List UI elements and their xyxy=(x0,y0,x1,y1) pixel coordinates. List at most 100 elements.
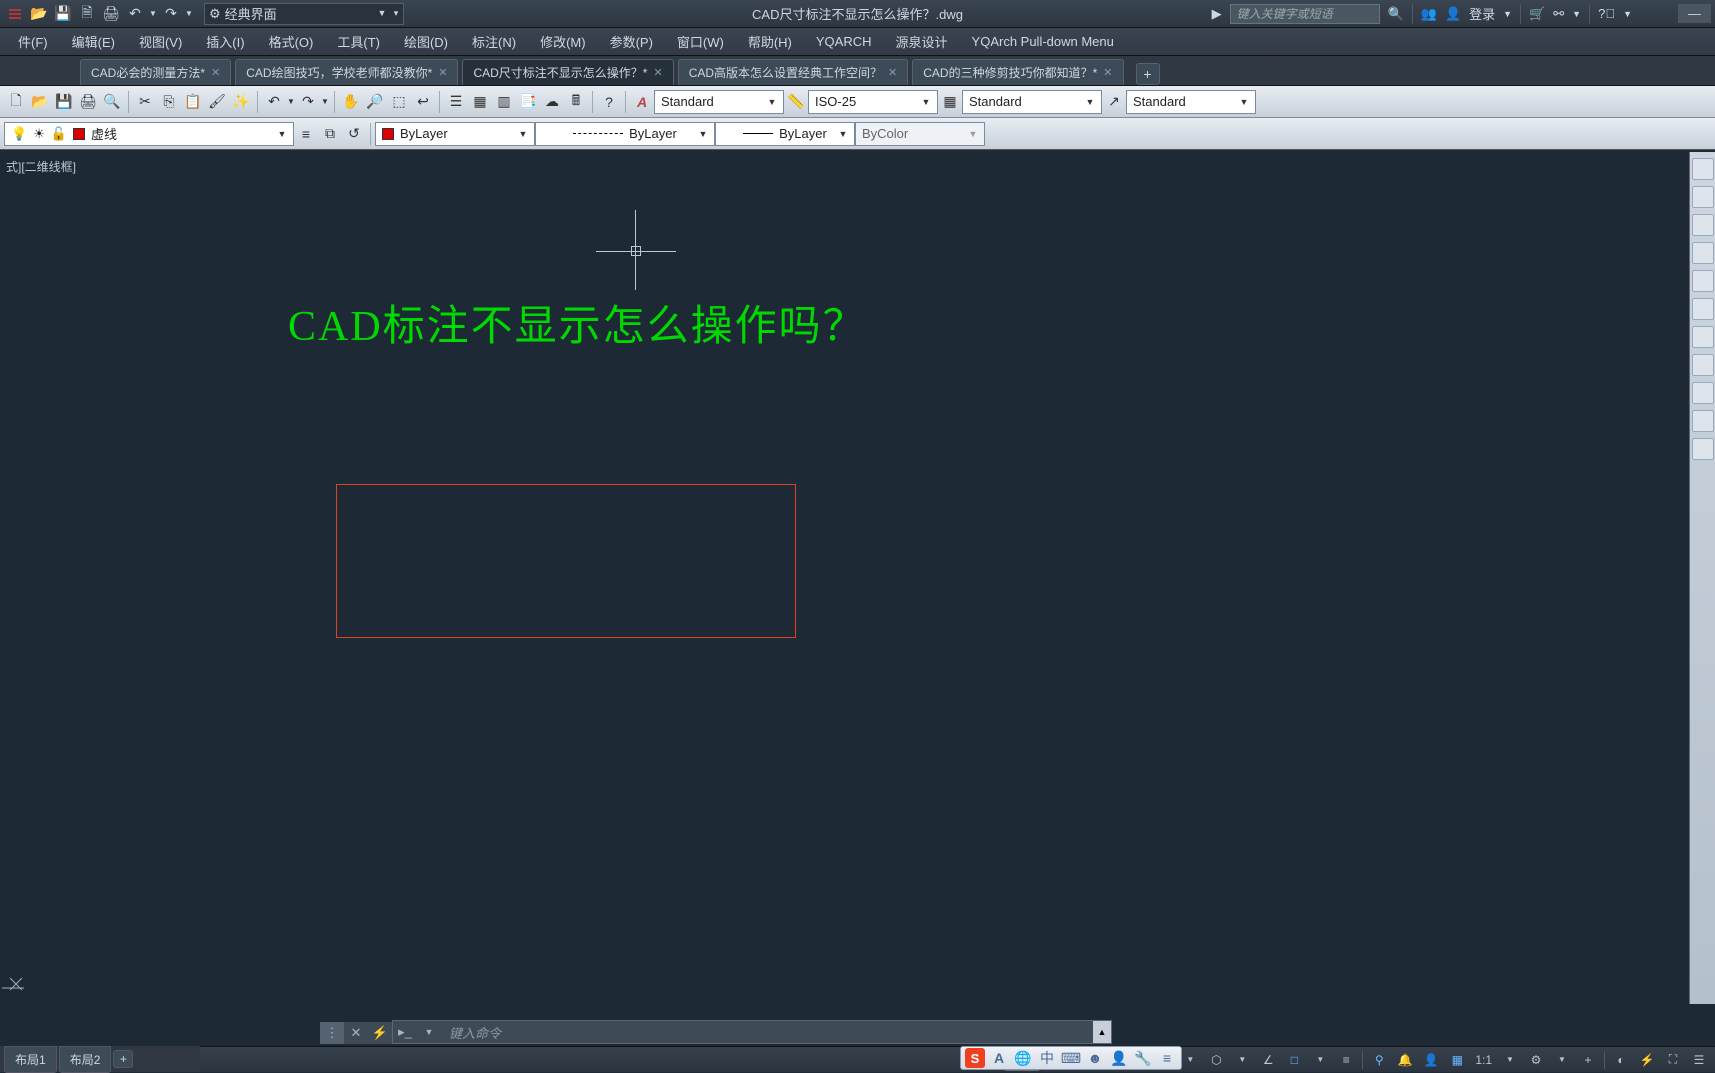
mleader-style-icon[interactable]: ↗ xyxy=(1102,90,1126,114)
help-icon[interactable]: ? xyxy=(597,90,621,114)
palette-button[interactable] xyxy=(1692,410,1714,432)
undo-icon[interactable]: ↶ xyxy=(262,90,286,114)
dim-style-dropdown[interactable]: ISO-25▼ xyxy=(808,90,938,114)
cmd-handle-icon[interactable]: ⋮ xyxy=(320,1022,344,1044)
osnap-dd[interactable]: ▼ xyxy=(1308,1049,1332,1071)
doc-tab[interactable]: CAD的三种修剪技巧你都知道？*✕ xyxy=(912,59,1123,85)
command-input[interactable]: 键入命令 xyxy=(441,1023,1093,1042)
scroll-up-icon[interactable]: ▲ xyxy=(1093,1021,1111,1043)
doc-tab[interactable]: CAD必会的测量方法*✕ xyxy=(80,59,231,85)
pan-icon[interactable]: ✋ xyxy=(339,90,363,114)
ime-chinese-button[interactable]: 中 xyxy=(1037,1048,1057,1068)
anno-scale-toggle[interactable]: 👤 xyxy=(1419,1049,1443,1071)
menu-format[interactable]: 格式(O) xyxy=(257,28,326,55)
menu-file[interactable]: 件(F) xyxy=(6,28,60,55)
design-center-icon[interactable]: ▦ xyxy=(468,90,492,114)
layout-tab[interactable]: 布局1 xyxy=(4,1046,57,1073)
anno-visibility-toggle[interactable]: ▦ xyxy=(1445,1049,1469,1071)
menu-help[interactable]: 帮助(H) xyxy=(736,28,804,55)
drawing-text-object[interactable]: CAD标注不显示怎么操作吗？ xyxy=(288,292,867,353)
copy-icon[interactable]: ⎘ xyxy=(157,90,181,114)
redo-dd-icon[interactable]: ▼ xyxy=(184,3,194,25)
ime-globe-icon[interactable]: 🌐 xyxy=(1013,1048,1033,1068)
linetype-dropdown[interactable]: ByLayer ▼ xyxy=(535,122,715,146)
layer-dropdown[interactable]: 💡 ☀ 🔓 虚线 ▼ xyxy=(4,122,294,146)
scale-label[interactable]: 1:1 xyxy=(1471,1049,1496,1071)
palette-button[interactable] xyxy=(1692,298,1714,320)
palette-button[interactable] xyxy=(1692,354,1714,376)
close-icon[interactable]: ✕ xyxy=(888,66,897,79)
color-dropdown[interactable]: ByLayer ▼ xyxy=(375,122,535,146)
share-icon[interactable]: ⚯ xyxy=(1553,6,1564,22)
isodraft-toggle[interactable]: ⬡ xyxy=(1204,1049,1228,1071)
brush-icon[interactable]: ✨ xyxy=(229,90,253,114)
osnap-toggle[interactable]: □ xyxy=(1282,1049,1306,1071)
open-icon[interactable]: 📂 xyxy=(28,3,50,25)
palette-button[interactable] xyxy=(1692,158,1714,180)
close-icon[interactable]: ✕ xyxy=(1103,66,1112,79)
print-icon[interactable]: 🖨 xyxy=(100,3,122,25)
chevron-down-icon[interactable]: ▼ xyxy=(1503,9,1512,19)
layer-previous-icon[interactable]: ↺ xyxy=(342,122,366,146)
palette-button[interactable] xyxy=(1692,242,1714,264)
cart-icon[interactable]: 🛒 xyxy=(1529,6,1545,22)
drawing-canvas[interactable]: 式][二维线框] CAD标注不显示怎么操作吗？ xyxy=(0,152,1687,1004)
paste-icon[interactable]: 📋 xyxy=(181,90,205,114)
calculator-icon[interactable]: 🖩 xyxy=(564,90,588,114)
palette-button[interactable] xyxy=(1692,438,1714,460)
menu-parametric[interactable]: 参数(P) xyxy=(598,28,665,55)
menu-insert[interactable]: 插入(I) xyxy=(194,28,256,55)
clean-screen-icon[interactable]: ⛶ xyxy=(1661,1049,1685,1071)
saveas-icon[interactable]: 🗎 xyxy=(76,3,98,25)
ime-smile-icon[interactable]: ☻ xyxy=(1085,1048,1105,1068)
zoom-previous-icon[interactable]: ↩ xyxy=(411,90,435,114)
annotation-monitor-icon[interactable]: + xyxy=(1576,1049,1600,1071)
match-icon[interactable]: 🖌 xyxy=(205,90,229,114)
menu-yqarch[interactable]: YQARCH xyxy=(804,30,884,53)
doc-tab[interactable]: CAD高版本怎么设置经典工作空间？✕ xyxy=(678,59,909,85)
text-style-icon[interactable]: A xyxy=(630,90,654,114)
layer-states-icon[interactable]: ≡ xyxy=(294,122,318,146)
open-icon[interactable]: 📂 xyxy=(28,90,52,114)
ime-keyboard-icon[interactable]: ⌨ xyxy=(1061,1048,1081,1068)
lineweight-dropdown[interactable]: ByLayer ▼ xyxy=(715,122,855,146)
play-icon[interactable]: ▶ xyxy=(1212,6,1222,22)
command-line[interactable]: ▸_ ▼ 键入命令 ▲ xyxy=(392,1020,1112,1044)
palette-button[interactable] xyxy=(1692,214,1714,236)
chevron-down-icon[interactable]: ▼ xyxy=(417,1021,441,1043)
workspace-selector[interactable]: ⚙ 经典界面 ▼▾ xyxy=(204,3,404,25)
undo-dd-icon[interactable]: ▼ xyxy=(148,3,158,25)
palette-button[interactable] xyxy=(1692,186,1714,208)
user-icon[interactable]: 👤 xyxy=(1445,6,1461,22)
isolate-icon[interactable]: ◐ xyxy=(1609,1049,1633,1071)
menu-modify[interactable]: 修改(M) xyxy=(528,28,598,55)
palette-button[interactable] xyxy=(1692,270,1714,292)
layer-manager-icon[interactable]: ⧉ xyxy=(318,122,342,146)
login-link[interactable]: 登录 xyxy=(1469,4,1495,23)
autoscale-toggle[interactable]: 🔔 xyxy=(1393,1049,1417,1071)
ime-menu-icon[interactable]: ≡ xyxy=(1157,1048,1177,1068)
menu-window[interactable]: 窗口(W) xyxy=(665,28,736,55)
cut-icon[interactable]: ✂ xyxy=(133,90,157,114)
plotstyle-dropdown[interactable]: ByColor ▼ xyxy=(855,122,985,146)
customize-icon[interactable]: ☰ xyxy=(1687,1049,1711,1071)
menu-yqarch-pulldown[interactable]: YQArch Pull-down Menu xyxy=(960,30,1126,53)
menu-yuanquan[interactable]: 源泉设计 xyxy=(884,28,960,55)
doc-tab[interactable]: CAD绘图技巧，学校老师都没教你*✕ xyxy=(235,59,458,85)
ucs-icon[interactable] xyxy=(2,974,32,994)
viewport-label[interactable]: 式][二维线框] xyxy=(0,152,1687,181)
close-icon[interactable]: ✕ xyxy=(211,66,220,79)
hardware-accel-icon[interactable]: ⚡ xyxy=(1635,1049,1659,1071)
markup-icon[interactable]: ☁ xyxy=(540,90,564,114)
mleader-style-dropdown[interactable]: Standard▼ xyxy=(1126,90,1256,114)
doc-tab-active[interactable]: CAD尺寸标注不显示怎么操作？*✕ xyxy=(462,59,673,85)
isodraft-dd[interactable]: ▼ xyxy=(1230,1049,1254,1071)
add-layout-button[interactable]: + xyxy=(113,1050,133,1068)
zoom-realtime-icon[interactable]: 🔎 xyxy=(363,90,387,114)
ime-user-icon[interactable]: 👤 xyxy=(1109,1048,1129,1068)
workspace-dd[interactable]: ▼ xyxy=(1550,1049,1574,1071)
menu-view[interactable]: 视图(V) xyxy=(127,28,194,55)
app-menu-icon[interactable] xyxy=(4,3,26,25)
close-icon[interactable]: ✕ xyxy=(653,66,662,79)
exchange-icon[interactable]: 👥 xyxy=(1421,6,1437,22)
